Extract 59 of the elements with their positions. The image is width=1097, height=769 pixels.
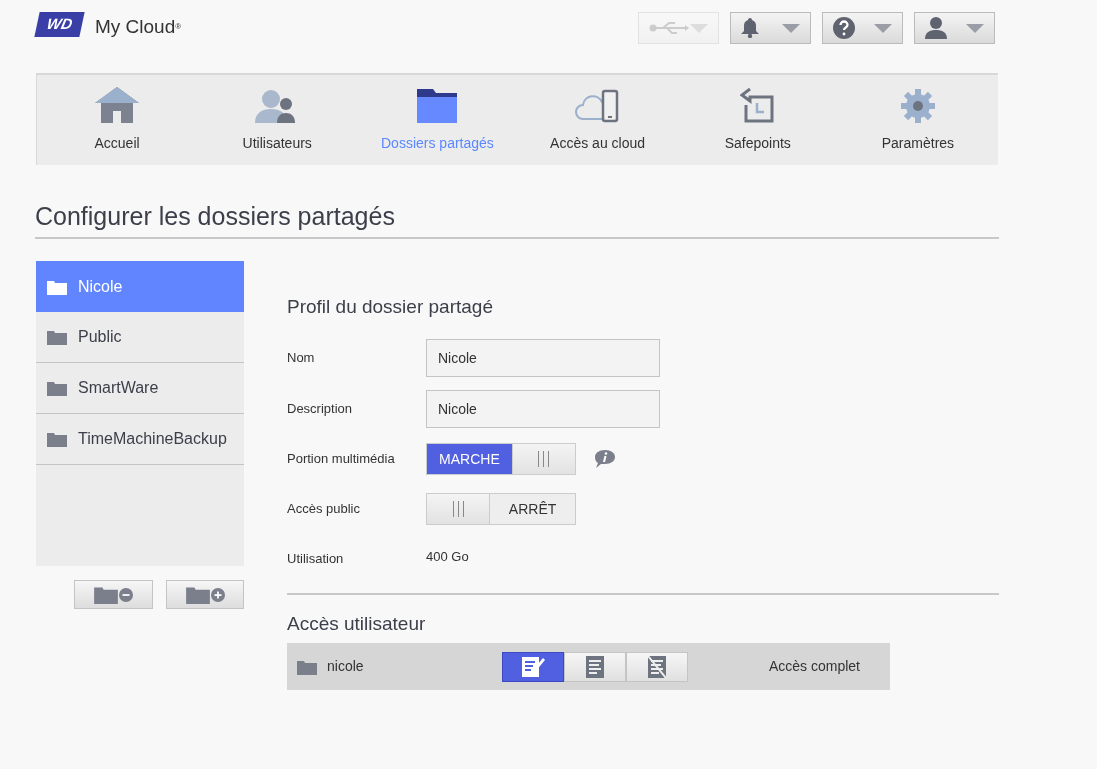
add-share-button[interactable]: [166, 580, 244, 609]
folder-icon: [47, 380, 67, 396]
permission-button[interactable]: [502, 651, 564, 682]
share-list-item[interactable]: TimeMachineBackup: [36, 414, 244, 465]
folder-icon: [47, 431, 67, 447]
field-label: Nom: [287, 349, 316, 368]
nav-tab[interactable]: Safepoints: [677, 75, 838, 165]
user-menu-button[interactable]: [914, 12, 995, 44]
minus-icon: [119, 587, 133, 602]
nav-tab[interactable]: Accueil: [37, 75, 198, 165]
caret-icon: [966, 23, 984, 33]
info-icon[interactable]: [595, 450, 615, 468]
caret-icon: [782, 23, 800, 33]
document-icon: [586, 655, 604, 678]
permission-button[interactable]: [564, 651, 626, 682]
folder-icon: [47, 329, 67, 345]
notifications-button[interactable]: [730, 12, 811, 44]
usage-value: 400 Go: [426, 548, 469, 566]
help-icon: [833, 17, 855, 39]
logo: WD: [34, 12, 85, 37]
folder-icon: [297, 658, 317, 675]
text-field[interactable]: Nicole: [426, 390, 660, 428]
usb-icon: [649, 22, 689, 34]
help-button[interactable]: [822, 12, 903, 44]
field-label: Portion multimédia: [287, 450, 396, 469]
field-label: Description: [287, 400, 354, 419]
access-level: Accès complet: [768, 657, 860, 676]
caret-icon: [874, 23, 892, 33]
user-name: nicole: [327, 657, 365, 676]
folder-icon: [185, 585, 210, 604]
folder-icon: [94, 585, 118, 604]
user-icon: [925, 17, 947, 39]
product-name: My Cloud$^{®}$: [95, 15, 182, 39]
text-field[interactable]: Nicole: [426, 339, 660, 377]
section-title: Profil du dossier partagé: [287, 295, 493, 319]
section-title: Accès utilisateur: [287, 612, 426, 636]
plus-icon: [210, 587, 225, 602]
permission-button[interactable]: [626, 651, 688, 682]
share-list-item[interactable]: Public: [36, 312, 244, 363]
folder-icon: [47, 278, 67, 295]
nav-tab[interactable]: Utilisateurs: [197, 75, 358, 165]
folder-icon: [417, 89, 458, 123]
toggle-switch[interactable]: ARRÊT: [426, 493, 576, 525]
toggle-switch[interactable]: MARCHE: [426, 443, 576, 475]
caret-icon: [690, 23, 708, 33]
page-title: Configurer les dossiers partagés: [35, 201, 395, 232]
field-label: Accès public: [287, 500, 361, 519]
field-label: Utilisation: [287, 550, 345, 568]
remove-share-button[interactable]: [74, 580, 153, 609]
share-list-item[interactable]: SmartWare: [36, 363, 244, 414]
nav-tab[interactable]: Accès au cloud: [517, 75, 678, 165]
bell-icon: [741, 18, 759, 38]
cloud-phone-icon: [574, 89, 621, 123]
nav-tab[interactable]: Paramètres: [837, 75, 998, 165]
gear-icon: [900, 89, 935, 123]
restore-icon: [739, 87, 776, 123]
edit-document-icon: [521, 655, 545, 678]
no-access-icon: [648, 655, 666, 678]
house-icon: [95, 87, 140, 123]
